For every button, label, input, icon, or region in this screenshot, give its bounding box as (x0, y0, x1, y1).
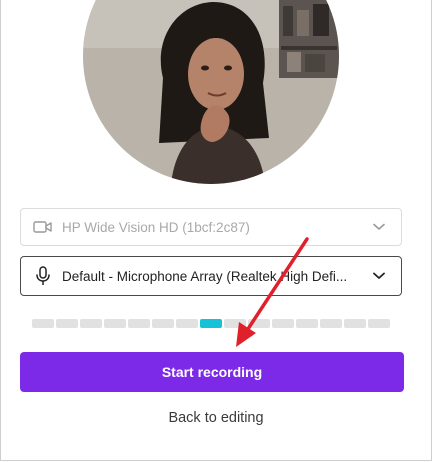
camera-select[interactable]: HP Wide Vision HD (1bcf:2c87) (20, 208, 402, 246)
audio-meter-segment (368, 319, 390, 328)
audio-meter-segment (200, 319, 222, 328)
audio-meter-segment (296, 319, 318, 328)
audio-meter-segment (176, 319, 198, 328)
audio-level-meter (32, 319, 390, 328)
audio-meter-segment (152, 319, 174, 328)
recording-panel: HP Wide Vision HD (1bcf:2c87) Default - … (0, 0, 432, 461)
audio-meter-segment (272, 319, 294, 328)
camera-select-value: HP Wide Vision HD (1bcf:2c87) (62, 219, 250, 235)
audio-meter-segment (320, 319, 342, 328)
chevron-down-icon (372, 220, 386, 234)
camera-preview-image (83, 0, 339, 184)
back-to-editing-link[interactable]: Back to editing (1, 410, 431, 426)
camera-preview (83, 0, 339, 184)
start-recording-button[interactable]: Start recording (20, 352, 404, 392)
audio-meter-segment (56, 319, 78, 328)
microphone-icon (32, 265, 54, 287)
audio-meter-segment (224, 319, 246, 328)
audio-meter-segment (248, 319, 270, 328)
audio-meter-segment (344, 319, 366, 328)
video-camera-icon (32, 216, 54, 238)
audio-meter-segment (104, 319, 126, 328)
audio-meter-segment (80, 319, 102, 328)
audio-meter-segment (128, 319, 150, 328)
chevron-down-icon (372, 269, 386, 283)
microphone-select-value: Default - Microphone Array (Realtek High… (62, 268, 348, 284)
audio-meter-segment (32, 319, 54, 328)
microphone-select[interactable]: Default - Microphone Array (Realtek High… (20, 256, 402, 296)
